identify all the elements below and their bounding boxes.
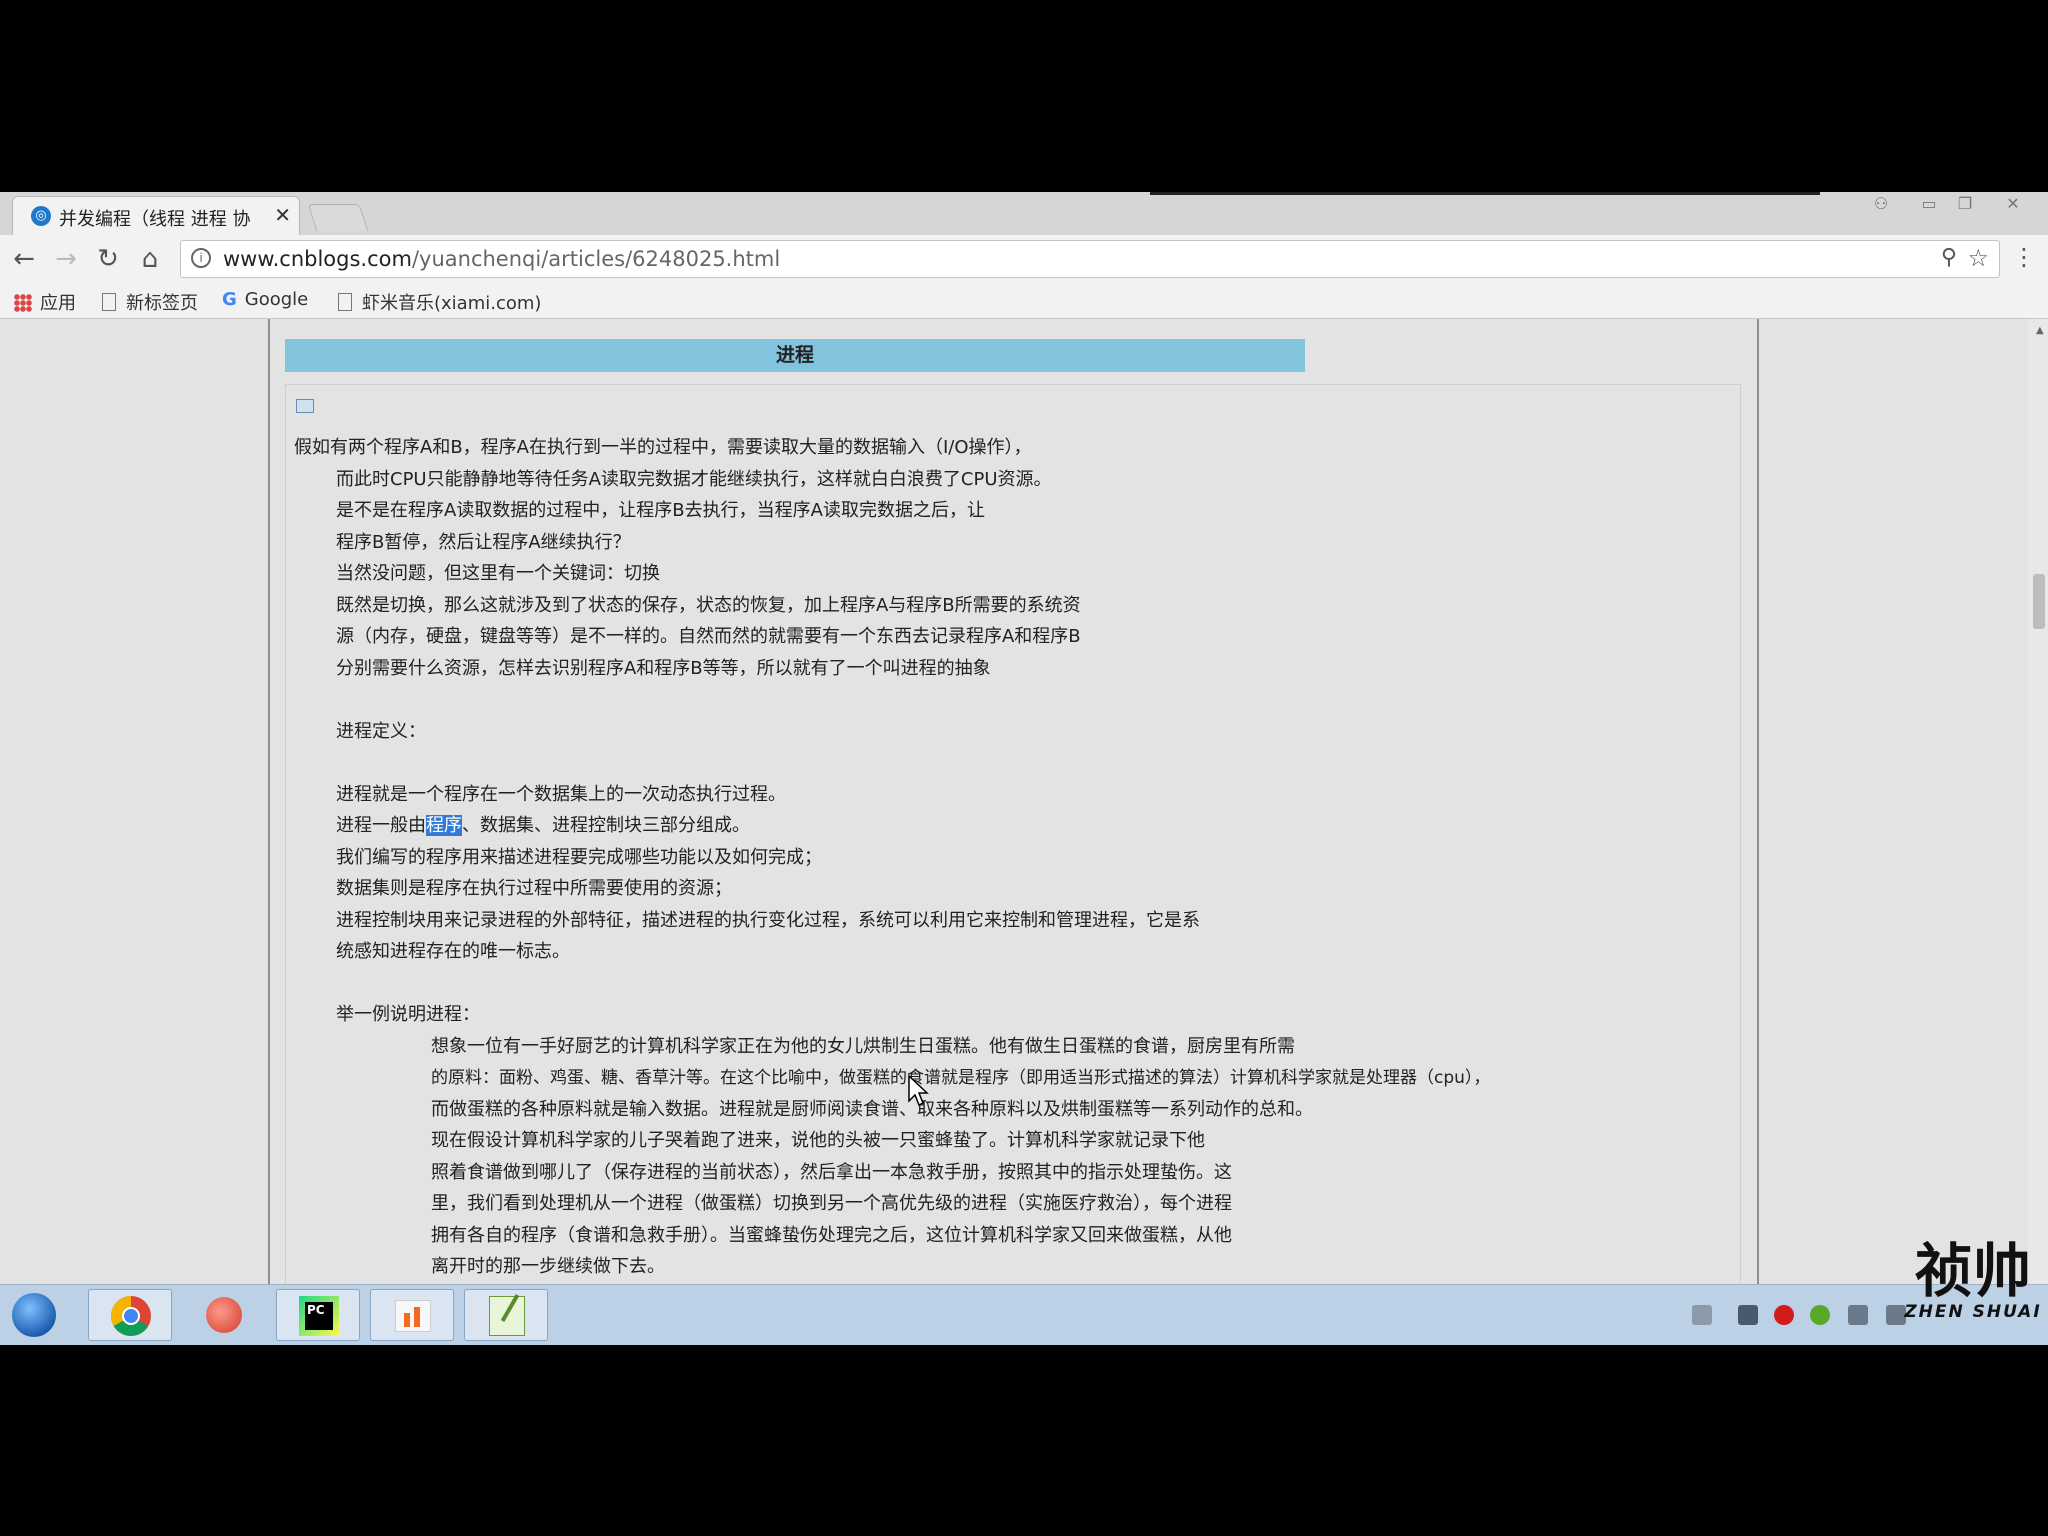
left-column bbox=[0, 319, 270, 1284]
back-icon[interactable]: ← bbox=[8, 243, 40, 275]
page-icon bbox=[102, 293, 116, 311]
taskbar-notepad[interactable] bbox=[464, 1289, 548, 1341]
close-window-icon[interactable]: ✕ bbox=[1998, 194, 2028, 214]
record-tray-icon[interactable] bbox=[1774, 1305, 1794, 1325]
text-line: 想象一位有一手好厨艺的计算机科学家正在为他的女儿烘制生日蛋糕。他有做生日蛋糕的食… bbox=[431, 1036, 1295, 1057]
text-line: 统感知进程存在的唯一标志。 bbox=[336, 941, 570, 962]
text-line: 现在假设计算机科学家的儿子哭着跑了进来，说他的头被一只蜜蜂蛰了。计算机科学家就记… bbox=[431, 1130, 1205, 1151]
home-icon[interactable]: ⌂ bbox=[134, 243, 166, 275]
text-line: 而做蛋糕的各种原料就是输入数据。进程就是厨师阅读食谱、取来各种原料以及烘制蛋糕等… bbox=[431, 1099, 1313, 1120]
text-segment: 、数据集、进程控制块三部分组成。 bbox=[462, 815, 750, 836]
site-favicon-icon: ◎ bbox=[31, 206, 51, 226]
text-line: 进程一般由程序、数据集、进程控制块三部分组成。 bbox=[336, 811, 750, 837]
tab-active[interactable]: ◎ 并发编程（线程 进程 协 ✕ bbox=[12, 196, 300, 235]
chrome-icon bbox=[111, 1296, 151, 1336]
google-icon: G bbox=[222, 289, 237, 310]
watermark-subtitle: ZHEN SHUAI bbox=[1904, 1302, 2042, 1322]
bookmark-star-icon[interactable]: ☆ bbox=[1967, 244, 1989, 272]
text-line: 照着食谱做到哪儿了（保存进程的当前状态），然后拿出一本急救手册，按照其中的指示处… bbox=[431, 1162, 1232, 1183]
text-line: 数据集则是程序在执行过程中所需要使用的资源； bbox=[336, 878, 732, 899]
text-segment: 进程一般由 bbox=[336, 815, 426, 836]
text-line: 程序B暂停，然后让程序A继续执行？ bbox=[336, 532, 631, 553]
bookmark-apps[interactable]: 应用 bbox=[14, 289, 76, 315]
toolbar: ← → ↻ ⌂ i www.cnblogs.com/yuanchenqi/art… bbox=[0, 235, 2048, 283]
right-column-border bbox=[1757, 319, 1759, 1284]
scrollbar[interactable] bbox=[2028, 319, 2048, 1284]
mouse-cursor-icon bbox=[908, 1075, 929, 1107]
text-line: 源（内存，硬盘，键盘等等）是不一样的。自然而然的就需要有一个东西去记录程序A和程… bbox=[336, 626, 1081, 647]
restore-icon[interactable]: ❐ bbox=[1950, 194, 1980, 214]
notepadpp-icon bbox=[489, 1294, 525, 1336]
taskbar-pycharm[interactable]: PC bbox=[276, 1289, 360, 1341]
watermark: 祯帅 ZHEN SHUAI bbox=[1898, 1240, 2048, 1322]
taskbar-app-chart[interactable] bbox=[370, 1289, 454, 1341]
text-line: 分别需要什么资源，怎样去识别程序A和程序B等等，所以就有了一个叫进程的抽象 bbox=[336, 658, 991, 679]
address-bar[interactable]: i www.cnblogs.com/yuanchenqi/articles/62… bbox=[180, 240, 2000, 278]
taskbar-app-shell[interactable] bbox=[182, 1289, 266, 1341]
tab-title: 并发编程（线程 进程 协 bbox=[59, 209, 251, 230]
browser-window: ◎ 并发编程（线程 进程 协 ✕ ⚇ ▭ ❐ ✕ ← → ↻ ⌂ i www.c… bbox=[0, 192, 2048, 1284]
text-line: 进程控制块用来记录进程的外部特征，描述进程的执行变化过程，系统可以利用它来控制和… bbox=[336, 910, 1200, 931]
profile-icon[interactable]: ⚇ bbox=[1866, 194, 1896, 214]
text-line: 我们编写的程序用来描述进程要完成哪些功能以及如何完成； bbox=[336, 847, 822, 868]
keyboard-tray-icon[interactable] bbox=[1692, 1305, 1712, 1325]
text-line: 假如有两个程序A和B，程序A在执行到一半的过程中，需要读取大量的数据输入（I/O… bbox=[294, 437, 1032, 458]
bookmark-label: 虾米音乐(xiami.com) bbox=[362, 293, 542, 314]
text-line: 离开时的那一步继续做下去。 bbox=[431, 1256, 665, 1277]
text-line: 的原料：面粉、鸡蛋、糖、香草汁等。在这个比喻中，做蛋糕的食谱就是程序（即用适当形… bbox=[431, 1068, 1491, 1088]
taskbar: PC bbox=[0, 1284, 2048, 1345]
bookmark-label: 新标签页 bbox=[126, 293, 198, 314]
green-tray-icon[interactable] bbox=[1810, 1305, 1830, 1325]
reload-icon[interactable]: ↻ bbox=[92, 243, 124, 275]
section-banner: 进程 bbox=[285, 339, 1305, 372]
tray-app-icon[interactable] bbox=[1738, 1305, 1758, 1325]
menu-icon[interactable]: ⋮ bbox=[2012, 243, 2036, 271]
bookmark-label: Google bbox=[244, 289, 309, 310]
network-tray-icon[interactable] bbox=[1848, 1305, 1868, 1325]
watermark-title: 祯帅 bbox=[1914, 1237, 2031, 1305]
selected-text[interactable]: 程序 bbox=[426, 815, 462, 836]
address-url[interactable]: www.cnblogs.com/yuanchenqi/articles/6248… bbox=[223, 247, 780, 271]
bookmark-xiami[interactable]: 虾米音乐(xiami.com) bbox=[338, 289, 541, 315]
text-line: 是不是在程序A读取数据的过程中，让程序B去执行，当程序A读取完数据之后，让 bbox=[336, 500, 985, 521]
text-line: 进程就是一个程序在一个数据集上的一次动态执行过程。 bbox=[336, 784, 786, 805]
apps-icon bbox=[14, 294, 32, 312]
text-line: 既然是切换，那么这就涉及到了状态的保存，状态的恢复，加上程序A与程序B所需要的系… bbox=[336, 595, 1081, 616]
page-icon bbox=[338, 293, 352, 311]
definition-heading: 进程定义： bbox=[336, 721, 426, 742]
bookmark-new-tab[interactable]: 新标签页 bbox=[102, 289, 198, 315]
bookmark-label: 应用 bbox=[40, 293, 76, 314]
article-content: 假如有两个程序A和B，程序A在执行到一半的过程中，需要读取大量的数据输入（I/O… bbox=[285, 384, 1741, 1284]
start-button-icon[interactable] bbox=[12, 1293, 56, 1337]
close-tab-icon[interactable]: ✕ bbox=[274, 203, 291, 227]
example-heading: 举一例说明进程： bbox=[336, 1004, 480, 1025]
text-line: 里，我们看到处理机从一个进程（做蛋糕）切换到另一个高优先级的进程（实施医疗救治）… bbox=[431, 1193, 1232, 1214]
text-line: 而此时CPU只能静静地等待任务A读取完数据才能继续执行，这样就白白浪费了CPU资… bbox=[336, 469, 1052, 490]
page-viewport: ▲ 进程 假如有两个程序A和B，程序A在执行到一半的过程中，需要读取大量的数据输… bbox=[0, 319, 2048, 1284]
url-host: www.cnblogs.com bbox=[223, 247, 412, 271]
snail-app-icon bbox=[206, 1297, 242, 1333]
bookmarks-bar: 应用 新标签页 G Google 虾米音乐(xiami.com) bbox=[0, 283, 2048, 319]
copy-code-icon[interactable] bbox=[296, 399, 314, 413]
scroll-up-icon[interactable]: ▲ bbox=[2036, 325, 2044, 336]
tab-strip: ◎ 并发编程（线程 进程 协 ✕ ⚇ ▭ ❐ ✕ bbox=[0, 192, 2048, 235]
new-tab-button[interactable] bbox=[307, 204, 369, 231]
forward-icon[interactable]: → bbox=[50, 243, 82, 275]
zoom-icon[interactable]: ⚲ bbox=[1941, 245, 1957, 270]
scrollbar-thumb[interactable] bbox=[2033, 574, 2045, 629]
recorder-app-icon bbox=[395, 1300, 431, 1332]
taskbar-chrome[interactable] bbox=[88, 1289, 172, 1341]
pycharm-icon: PC bbox=[299, 1296, 339, 1336]
url-path: /yuanchenqi/articles/6248025.html bbox=[411, 247, 781, 271]
text-line: 当然没问题，但这里有一个关键词：切换 bbox=[336, 563, 660, 584]
text-line: 拥有各自的程序（食谱和急救手册）。当蜜蜂蛰伤处理完之后，这位计算机科学家又回来做… bbox=[431, 1225, 1232, 1246]
bookmark-google[interactable]: G Google bbox=[222, 289, 308, 310]
info-icon[interactable]: i bbox=[191, 248, 211, 268]
minimize-icon[interactable]: ▭ bbox=[1914, 194, 1944, 214]
title-bar-line bbox=[1150, 192, 1820, 195]
